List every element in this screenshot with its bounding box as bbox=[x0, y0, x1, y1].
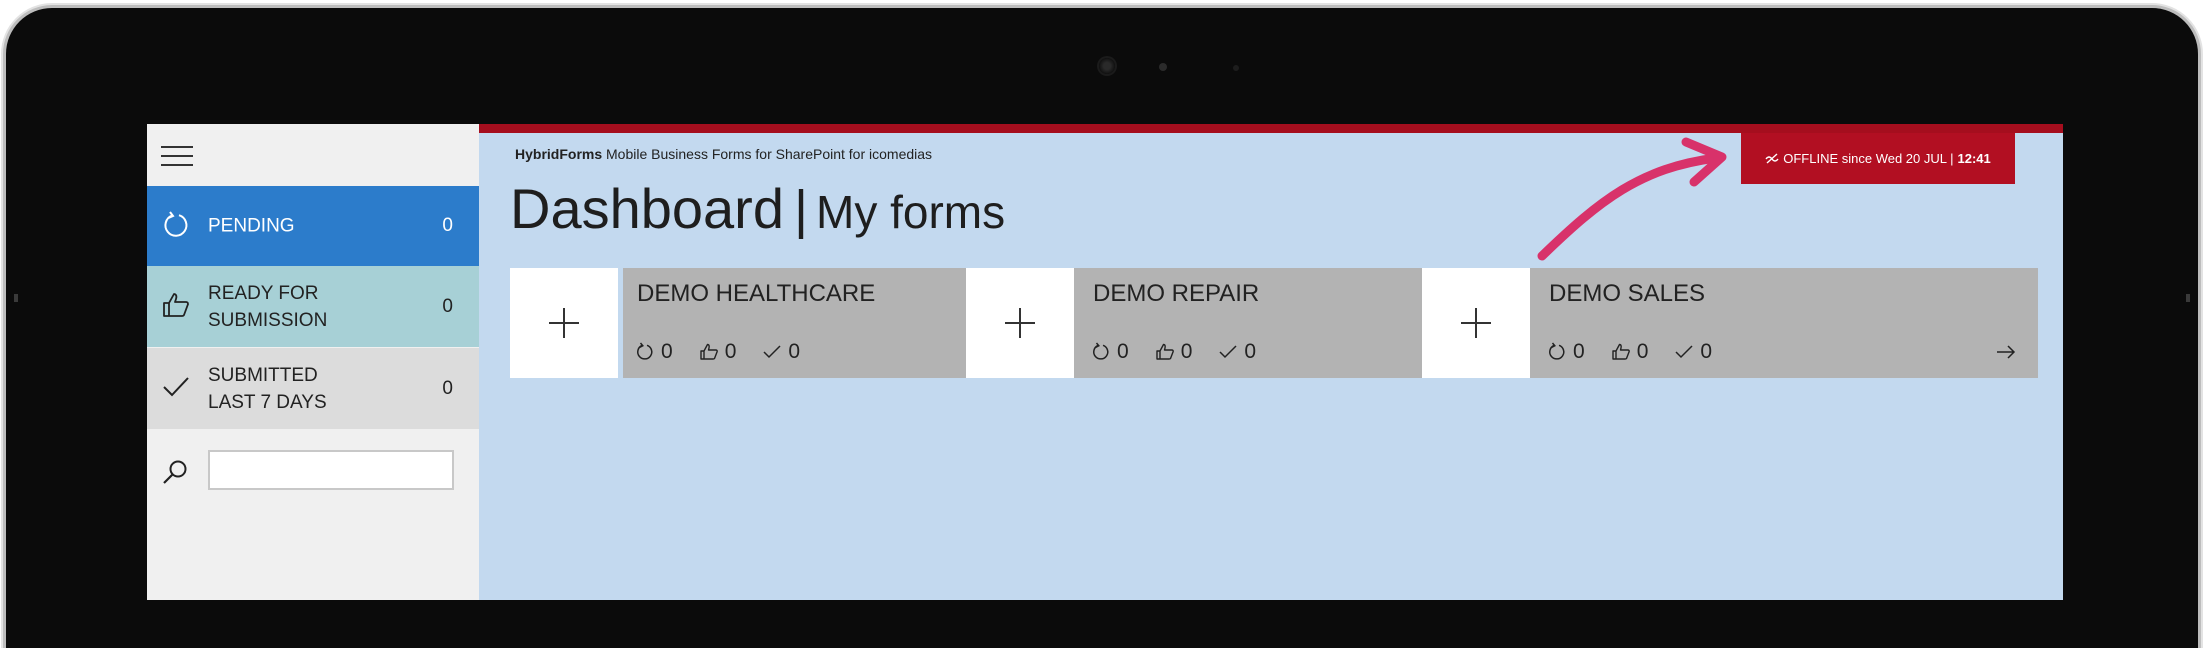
pending-count: 0 bbox=[1573, 340, 1585, 363]
offline-status-badge[interactable]: OFFLINE since Wed 20 JUL | 12:41 bbox=[1741, 133, 2015, 184]
ready-stat: 0 bbox=[699, 340, 737, 364]
form-title: DEMO SALES bbox=[1549, 280, 1706, 307]
pending-count: 0 bbox=[661, 340, 673, 363]
checkmark-icon bbox=[1219, 345, 1237, 359]
search-row bbox=[147, 430, 479, 512]
app-screen: PENDING 0 READY FOR SUBMISSION 0 SUBMITT… bbox=[147, 124, 2063, 600]
offline-icon bbox=[1765, 152, 1779, 164]
checkmark-icon bbox=[163, 377, 189, 397]
arrow-right-icon[interactable] bbox=[1994, 340, 2018, 364]
page-subtitle: My forms bbox=[816, 186, 1006, 238]
form-stats: 0 0 0 bbox=[635, 340, 800, 364]
add-form-button[interactable] bbox=[1422, 268, 1530, 378]
sidebar-item-count: 0 bbox=[442, 377, 453, 399]
sidebar-item-label: READY FOR SUBMISSION bbox=[208, 282, 328, 331]
refresh-icon bbox=[164, 211, 188, 237]
pending-count: 0 bbox=[1117, 340, 1129, 363]
offline-time: 12:41 bbox=[1957, 151, 1991, 166]
form-stats: 0 0 0 bbox=[1547, 340, 1712, 364]
camera-lens bbox=[1099, 58, 1115, 74]
ready-count: 0 bbox=[1180, 340, 1193, 363]
submitted-count: 0 bbox=[788, 340, 801, 363]
submitted-count: 0 bbox=[1244, 340, 1257, 363]
pending-stat: 0 bbox=[635, 340, 673, 364]
add-form-button[interactable] bbox=[966, 268, 1074, 378]
search-icon[interactable] bbox=[161, 458, 189, 486]
sidebar-item-count: 0 bbox=[442, 215, 453, 236]
checkmark-icon bbox=[1675, 345, 1693, 359]
app-tagline: Mobile Business Forms for SharePoint for… bbox=[606, 146, 933, 162]
camera-sensor bbox=[1233, 65, 1239, 71]
form-title: DEMO HEALTHCARE bbox=[637, 280, 876, 307]
page-title-main: Dashboard bbox=[510, 177, 784, 240]
hamburger-menu-icon[interactable] bbox=[161, 144, 193, 168]
search-input[interactable] bbox=[208, 450, 454, 490]
refresh-icon bbox=[1549, 342, 1565, 360]
sidebar-item-submitted[interactable]: SUBMITTED LAST 7 DAYS 0 bbox=[147, 348, 479, 429]
thumbs-up-icon bbox=[699, 343, 718, 360]
sidebar: PENDING 0 READY FOR SUBMISSION 0 SUBMITT… bbox=[147, 124, 479, 600]
page-title: Dashboard | My forms bbox=[510, 176, 1005, 241]
ready-stat: 0 bbox=[1155, 340, 1193, 364]
sidebar-item-label: SUBMITTED LAST 7 DAYS bbox=[208, 364, 327, 413]
form-title: DEMO REPAIR bbox=[1093, 280, 1260, 307]
app-header: HybridForms Mobile Business Forms for Sh… bbox=[515, 146, 932, 162]
ready-count: 0 bbox=[1636, 340, 1649, 363]
sidebar-item-label: PENDING bbox=[208, 215, 295, 237]
app-brand: HybridForms bbox=[515, 146, 603, 162]
submitted-count: 0 bbox=[1700, 340, 1713, 363]
sidebar-item-ready-for-submission[interactable]: READY FOR SUBMISSION 0 bbox=[147, 266, 479, 347]
refresh-icon bbox=[637, 342, 653, 360]
ready-count: 0 bbox=[724, 340, 737, 363]
form-tile-sales[interactable]: DEMO SALES 0 0 0 bbox=[1535, 268, 2038, 378]
pending-stat: 0 bbox=[1091, 340, 1129, 364]
submitted-stat: 0 bbox=[762, 340, 800, 364]
title-separator: | bbox=[793, 180, 808, 240]
offline-text: OFFLINE since Wed 20 JUL | bbox=[1783, 151, 1954, 166]
form-stats: 0 0 0 bbox=[1091, 340, 1256, 364]
sidebar-item-count: 0 bbox=[442, 295, 453, 317]
ready-stat: 0 bbox=[1611, 340, 1649, 364]
side-button bbox=[2186, 294, 2190, 302]
add-form-button[interactable] bbox=[510, 268, 618, 378]
thumbs-up-icon bbox=[1611, 343, 1630, 360]
sidebar-item-pending[interactable]: PENDING 0 bbox=[147, 186, 479, 266]
refresh-icon bbox=[1093, 342, 1109, 360]
submitted-stat: 0 bbox=[1674, 340, 1712, 364]
camera-sensor bbox=[1159, 63, 1167, 71]
pending-stat: 0 bbox=[1547, 340, 1585, 364]
thumbs-up-icon bbox=[1155, 343, 1174, 360]
accent-bar bbox=[479, 124, 2063, 133]
checkmark-icon bbox=[763, 345, 781, 359]
submitted-stat: 0 bbox=[1218, 340, 1256, 364]
thumbs-up-icon bbox=[163, 293, 189, 317]
side-button bbox=[14, 294, 18, 302]
